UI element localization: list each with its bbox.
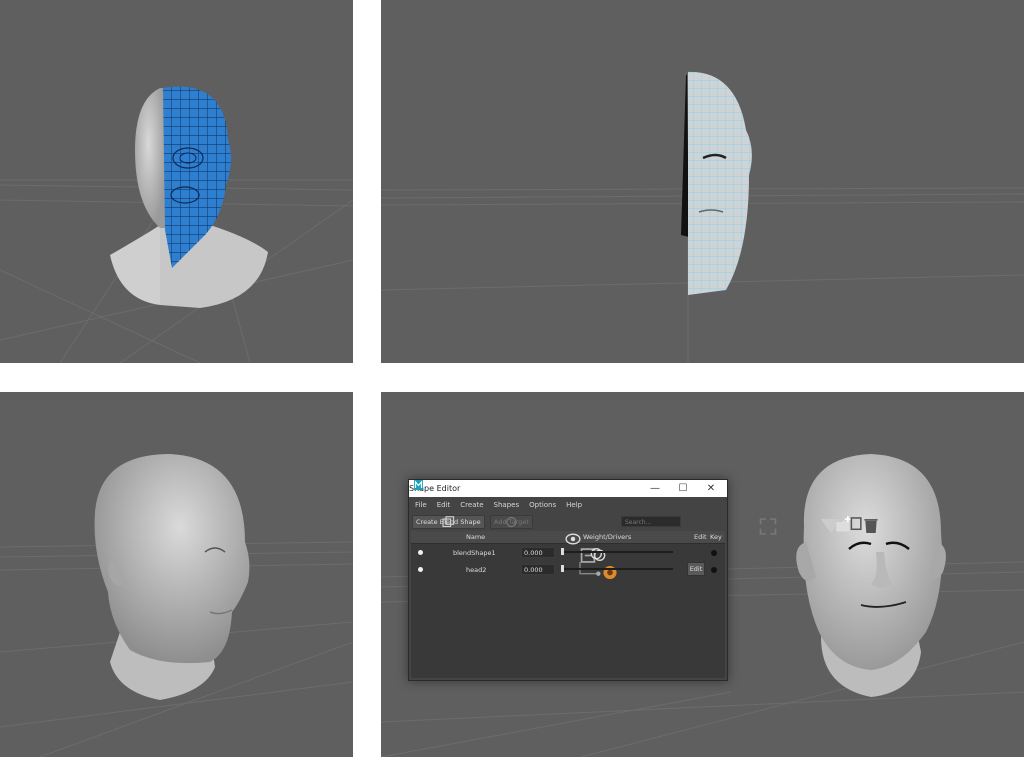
weight-slider-handle[interactable] [561,565,564,572]
viewport-shape-editor[interactable]: Shape Editor — ☐ ✕ File Edit Create Shap… [381,392,1024,757]
weight-slider-handle[interactable] [561,548,564,555]
add-target-button[interactable]: Add Target [490,515,533,529]
weight-slider-track[interactable] [561,568,673,570]
weight-slider-track[interactable] [561,551,673,553]
title-bar[interactable]: Shape Editor — ☐ ✕ [409,480,727,497]
head-model [796,454,946,697]
visibility-toggle[interactable] [418,550,423,555]
viewport-wire-half-head[interactable] [381,0,1024,363]
key-button[interactable] [711,567,717,573]
viewport-head-side[interactable] [0,392,353,757]
target-list: Name Weight/Drivers Edit Key blendShape1… [411,531,725,678]
create-blend-shape-button[interactable]: Create Blend Shape [412,515,485,529]
list-item[interactable]: head2 0.000 Edit [411,562,725,580]
menu-help[interactable]: Help [566,501,582,509]
visibility-toggle[interactable] [418,567,423,572]
key-button[interactable] [711,550,717,556]
menu-file[interactable]: File [415,501,427,509]
minimize-button[interactable]: — [643,480,667,497]
half-head-model [681,71,752,295]
weight-value[interactable]: 0.000 [521,564,555,575]
blend-shape-icon [442,516,455,528]
list-header: Name Weight/Drivers Edit Key [411,531,725,545]
column-edit[interactable]: Edit [694,533,707,541]
menu-shapes[interactable]: Shapes [494,501,520,509]
edit-button[interactable]: Edit [687,562,705,576]
weight-value[interactable]: 0.000 [521,547,555,558]
head-model [94,454,250,700]
target-name[interactable]: head2 [466,566,486,574]
viewport-uv-half-head[interactable] [0,0,353,363]
column-name[interactable]: Name [466,533,485,541]
column-weight-drivers[interactable]: Weight/Drivers [583,533,631,541]
list-item[interactable]: blendShape1 0.000 [411,545,725,563]
toolbar: Create Blend Shape Add Target Search... [409,512,878,535]
viewport-scene [381,71,1024,363]
column-key[interactable]: Key [710,533,722,541]
add-target-icon [506,516,517,528]
menu-create[interactable]: Create [460,501,483,509]
visibility-eye-icon [565,533,581,545]
maximize-button[interactable]: ☐ [671,480,695,497]
blend-shape-name[interactable]: blendShape1 [453,549,496,557]
trash-icon[interactable] [712,517,1024,534]
menu-edit[interactable]: Edit [437,501,451,509]
shape-editor-window[interactable]: Shape Editor — ☐ ✕ File Edit Create Shap… [408,479,878,681]
menu-options[interactable]: Options [529,501,556,509]
viewport-scene [0,454,353,757]
close-button[interactable]: ✕ [699,480,723,497]
viewport-scene [0,86,353,363]
menu-bar: File Edit Create Shapes Options Help [409,497,727,512]
maya-logo-icon [414,480,423,490]
